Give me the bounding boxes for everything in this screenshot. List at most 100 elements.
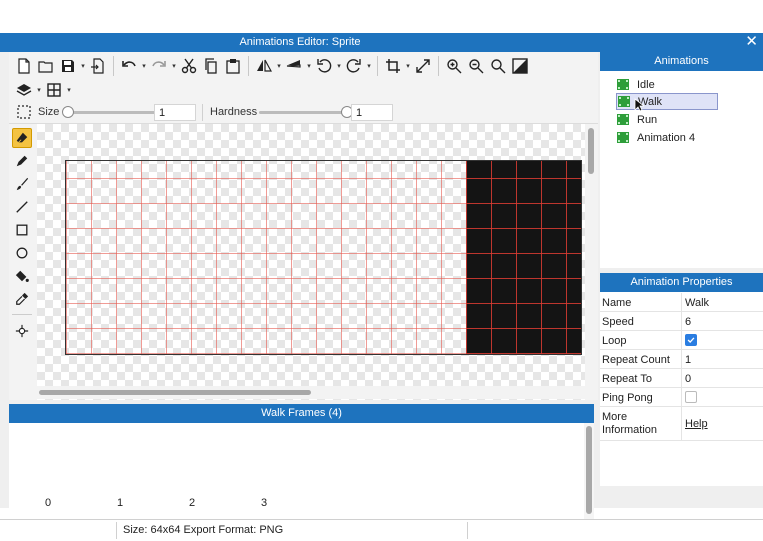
status-text: Size: 64x64 Export Format: PNG [123,524,284,536]
scrollbar-thumb[interactable] [588,128,594,174]
zoom-out-icon[interactable] [465,55,487,77]
frames-vertical-scrollbar[interactable] [584,423,594,519]
property-key: Repeat To [602,373,652,385]
animation-item-idle[interactable]: Idle [616,76,718,93]
toolbar-divider [438,55,439,76]
ellipse-tool-icon[interactable] [12,243,32,263]
flip-h-dropdown-icon[interactable]: ▾ [275,55,283,77]
property-row-ping-pong: Ping Pong [600,388,763,407]
loop-checkbox[interactable] [685,334,697,346]
property-divider [681,312,682,330]
flip-vertical-icon[interactable] [283,55,305,77]
status-bar: Size: 64x64 Export Format: PNG [0,519,763,541]
grid-icon[interactable] [43,79,65,101]
scrollbar-thumb[interactable] [586,426,592,514]
fit-icon[interactable] [412,55,434,77]
transparent-pixel-region [66,161,466,354]
size-slider-knob[interactable] [62,106,74,118]
line-tool-icon[interactable] [12,197,32,217]
close-icon[interactable]: ✕ [745,33,758,51]
tools-palette [9,124,35,400]
undo-icon[interactable] [118,55,140,77]
scrollbar-thumb[interactable] [39,390,311,395]
repeat-count-value-field[interactable]: 1 [685,354,691,366]
filled-pixel-region [466,161,581,354]
eyedropper-tool-icon[interactable] [12,289,32,309]
main-toolbar: ▾ ▾ ▾ ▾ ▾ ▾ ▾ ▾ [9,52,598,79]
animation-item-walk[interactable]: Walk [616,93,718,110]
cut-icon[interactable] [178,55,200,77]
toolbar-divider [377,55,378,76]
editor-area: ▾ ▾ ▾ ▾ ▾ ▾ ▾ ▾ ▾ ▾ Size 1 Hardness 1 [9,52,598,400]
sprite-frame-grid[interactable] [65,160,582,355]
toggle-bg-icon[interactable] [509,55,531,77]
eraser-tool-icon[interactable] [12,128,32,148]
grid-dropdown-icon[interactable]: ▾ [65,79,73,101]
property-divider [681,293,682,311]
flip-horizontal-icon[interactable] [253,55,275,77]
frame-index-3[interactable]: 3 [261,497,267,509]
rectangle-tool-icon[interactable] [12,220,32,240]
paste-icon[interactable] [222,55,244,77]
rotate-left-icon[interactable] [313,55,335,77]
film-strip-icon [618,96,630,107]
frame-index-1[interactable]: 1 [117,497,123,509]
flip-v-dropdown-icon[interactable]: ▾ [305,55,313,77]
size-value-field[interactable]: 1 [154,104,196,121]
property-key: Information [602,424,658,436]
property-divider [681,407,682,440]
zoom-in-icon[interactable] [443,55,465,77]
animation-item-label: Idle [637,78,655,91]
speed-value-field[interactable]: 6 [685,316,691,328]
animation-item-animation-4[interactable]: Animation 4 [616,129,718,146]
undo-dropdown-icon[interactable]: ▾ [140,55,148,77]
animations-panel: Animations Idle Walk Run Animation 4 [600,52,763,268]
copy-icon[interactable] [200,55,222,77]
hardness-value-field[interactable]: 1 [351,104,393,121]
pivot-tool-icon[interactable] [12,321,32,341]
drawing-canvas[interactable] [37,124,585,400]
fill-bucket-tool-icon[interactable] [12,266,32,286]
ping-pong-checkbox[interactable] [685,391,697,403]
redo-dropdown-icon[interactable]: ▾ [170,55,178,77]
animation-properties-panel: Animation Properties Name Walk Speed 6 L… [600,273,763,486]
layers-icon[interactable] [13,79,35,101]
zoom-reset-icon[interactable] [487,55,509,77]
rotate-left-dropdown-icon[interactable]: ▾ [335,55,343,77]
settings-divider [202,104,203,121]
save-icon[interactable] [57,55,79,77]
size-slider[interactable] [62,106,158,118]
animation-item-run[interactable]: Run [616,111,718,128]
canvas-horizontal-scrollbar[interactable] [37,386,585,399]
frames-panel: Walk Frames (4) 0 1 2 3 [9,404,594,519]
repeat-to-value-field[interactable]: 0 [685,373,691,385]
canvas-vertical-scrollbar[interactable] [585,124,598,400]
frame-index-2[interactable]: 2 [189,497,195,509]
status-divider [467,522,468,539]
toolbar-divider [113,55,114,76]
property-divider [681,388,682,406]
tools-divider [12,314,32,315]
frame-index-0[interactable]: 0 [45,497,51,509]
crop-icon[interactable] [382,55,404,77]
status-divider [116,522,117,539]
redo-icon[interactable] [148,55,170,77]
help-link[interactable]: Help [685,418,708,430]
hardness-slider[interactable] [259,106,353,118]
toolbar-divider [248,55,249,76]
pencil-tool-icon[interactable] [12,151,32,171]
open-folder-icon[interactable] [35,55,57,77]
layers-dropdown-icon[interactable]: ▾ [35,79,43,101]
brush-tool-icon[interactable] [12,174,32,194]
rotate-right-dropdown-icon[interactable]: ▾ [365,55,373,77]
new-file-icon[interactable] [13,55,35,77]
export-icon[interactable] [87,55,109,77]
film-strip-icon [617,114,629,125]
save-dropdown-icon[interactable]: ▾ [79,55,87,77]
selection-icon[interactable] [13,101,35,123]
mouse-cursor-icon [634,98,644,112]
rotate-right-icon[interactable] [343,55,365,77]
name-value-field[interactable]: Walk [685,297,709,309]
crop-dropdown-icon[interactable]: ▾ [404,55,412,77]
property-divider [681,350,682,368]
